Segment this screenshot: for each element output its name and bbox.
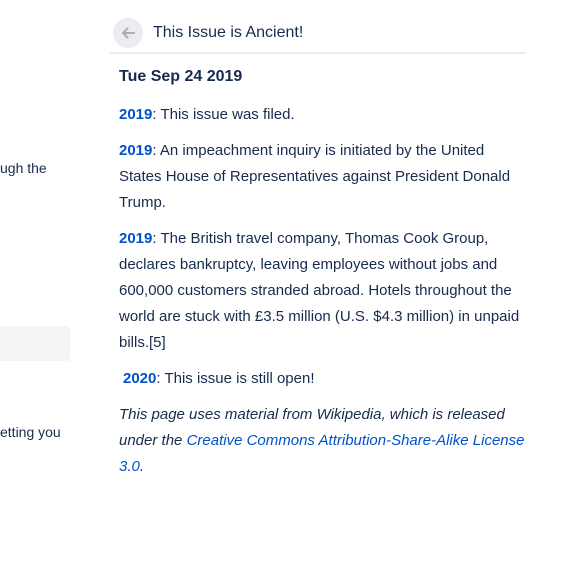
issue-history-panel: This Issue is Ancient! Tue Sep 24 2019 2… xyxy=(110,16,526,480)
attribution-suffix: . xyxy=(139,458,145,475)
entry-text: : This issue was filed. xyxy=(152,106,295,123)
arrow-left-icon xyxy=(122,27,135,39)
year-link[interactable]: 2019 xyxy=(119,142,152,159)
entry-text: : The British travel company, Thomas Coo… xyxy=(119,230,520,351)
panel-title: This Issue is Ancient! xyxy=(153,24,304,41)
year-link[interactable]: 2020 xyxy=(123,370,156,387)
attribution-note: This page uses material from Wikipedia, … xyxy=(119,402,526,480)
history-entry: 2020: This issue is still open! xyxy=(119,366,526,392)
background-text-fragment: ugh the xyxy=(0,160,47,176)
history-entry: 2019: This issue was filed. xyxy=(119,102,526,128)
entry-text: : An impeachment inquiry is initiated by… xyxy=(119,142,511,211)
issue-date: Tue Sep 24 2019 xyxy=(119,68,243,85)
year-link[interactable]: 2019 xyxy=(119,106,152,123)
panel-header: This Issue is Ancient! xyxy=(110,16,526,54)
history-entry: 2019: An impeachment inquiry is initiate… xyxy=(119,138,526,216)
panel-body: Tue Sep 24 2019 2019: This issue was fil… xyxy=(110,54,526,480)
page: ugh the etting you This Issue is Ancient… xyxy=(0,0,562,573)
year-link[interactable]: 2019 xyxy=(119,230,152,247)
entry-text: : This issue is still open! xyxy=(156,370,315,387)
background-input-box xyxy=(0,326,70,361)
history-entry: 2019: The British travel company, Thomas… xyxy=(119,226,526,356)
back-button[interactable] xyxy=(113,18,143,48)
background-text-fragment: etting you xyxy=(0,424,61,440)
